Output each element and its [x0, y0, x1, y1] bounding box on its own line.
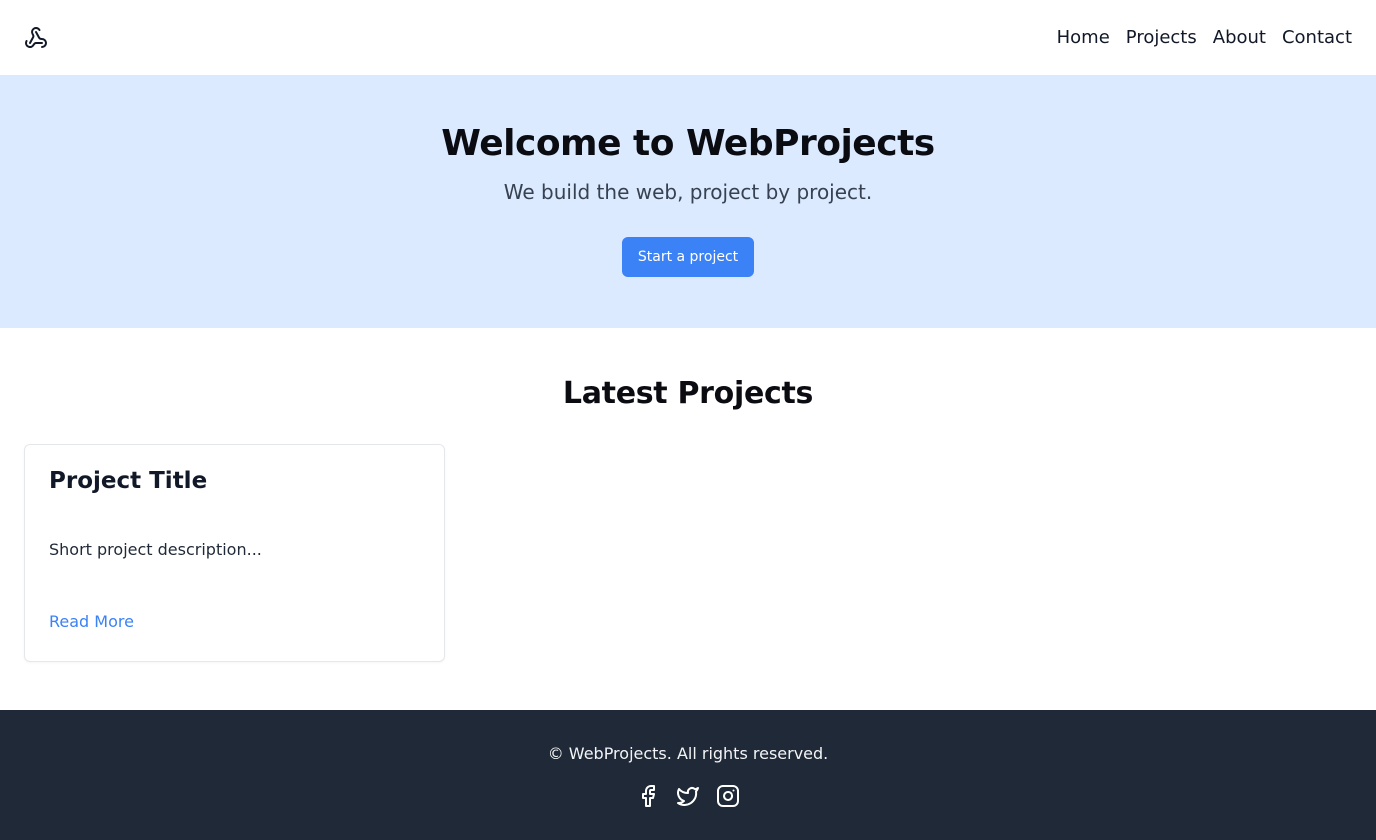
hero-subtitle: We build the web, project by project.	[503, 180, 873, 204]
project-card-description: Short project description...	[49, 540, 262, 559]
section-title: Latest Projects	[562, 376, 814, 411]
nav-home-link[interactable]: Home	[1057, 27, 1110, 48]
instagram-icon[interactable]	[716, 784, 740, 808]
project-card: Project Title Short project description.…	[24, 444, 445, 662]
site-header: Home Projects About Contact	[0, 0, 1376, 76]
footer-copyright: © WebProjects. All rights reserved.	[547, 744, 829, 763]
start-project-button[interactable]: Start a project	[621, 237, 755, 277]
webhook-logo-icon[interactable]	[24, 26, 48, 50]
social-links	[0, 784, 1376, 808]
facebook-icon[interactable]	[636, 784, 660, 808]
read-more-link[interactable]: Read More	[49, 611, 134, 633]
nav-about-link[interactable]: About	[1213, 27, 1266, 48]
hero-title: Welcome to WebProjects	[441, 123, 935, 164]
hero-section: Welcome to WebProjects We build the web,…	[0, 76, 1376, 328]
main-nav: Home Projects About Contact	[1057, 27, 1352, 48]
nav-projects-link[interactable]: Projects	[1126, 27, 1197, 48]
nav-contact-link[interactable]: Contact	[1282, 27, 1352, 48]
site-footer: © WebProjects. All rights reserved.	[0, 710, 1376, 840]
latest-projects-section: Latest Projects Project Title Short proj…	[0, 328, 1376, 710]
project-card-title: Project Title	[49, 468, 208, 494]
twitter-icon[interactable]	[676, 784, 700, 808]
